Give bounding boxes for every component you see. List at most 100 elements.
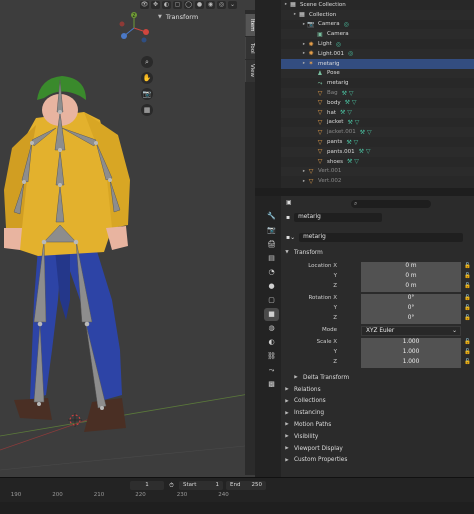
n-panel-header[interactable]: ▼ Transform (158, 11, 251, 22)
outliner-row[interactable]: ⤳ metarig (281, 78, 474, 88)
tab-view[interactable]: View (245, 60, 255, 82)
modifier-icon[interactable]: ⚒ ▽ (346, 139, 358, 146)
outliner-row[interactable]: ▽ hat ⚒ ▽ (281, 107, 474, 118)
tool-tab-icon[interactable]: 🔧 (264, 210, 279, 223)
outliner-row[interactable]: ▽ jacket ⚒ ▽ (281, 118, 474, 128)
shading-options-icon[interactable]: ⌄ (228, 1, 237, 9)
zoom-icon[interactable]: ⌕ (141, 56, 153, 68)
timeline-ruler[interactable]: 190 200 210 220 230 240 (0, 492, 474, 501)
outliner-row[interactable]: ▽ pants ⚒ ▽ (281, 137, 474, 147)
object-data-icon[interactable]: ◎ (344, 21, 349, 28)
section-header[interactable]: ▶ Viewport Display (284, 443, 471, 454)
outliner-row[interactable]: ▽ Bag ⚒ ▽ (281, 88, 474, 98)
section-header[interactable]: ▶ Custom Properties (284, 455, 471, 466)
visibility-icon[interactable]: 👁 (140, 1, 149, 9)
scene-tab-icon[interactable]: ◔ (264, 266, 279, 279)
location-y-field[interactable]: 0 m (361, 272, 461, 282)
scale-z-field[interactable]: 1.000 (361, 358, 461, 368)
rotation-y-field[interactable]: 0° (361, 304, 461, 314)
grid-icon[interactable]: ▦ (141, 104, 153, 116)
3d-viewport[interactable]: 👁 ✥ ◐ ▢ ◯ ● ◉ ◎ ⌄ Z ⌕ ✋ 📷 ▦ ▼ Transform … (0, 0, 255, 477)
lock-icon[interactable]: 🔓 (464, 359, 471, 365)
section-header[interactable]: ▶ Instancing (284, 408, 471, 419)
outliner-row[interactable]: ▸ ▦ Scene Collection (281, 0, 474, 10)
rotation-x-field[interactable]: 0° (361, 294, 461, 304)
lock-icon[interactable]: 🔓 (464, 315, 471, 321)
modifier-icon[interactable]: ⚒ ▽ (340, 109, 352, 116)
object-name-field[interactable]: metarig (294, 212, 383, 222)
modifier-icon[interactable]: ⚒ ▽ (342, 90, 354, 97)
timeline[interactable]: 1 ⏱ Start 1 End 250 190 200 210 220 230 240 (0, 477, 474, 514)
section-header[interactable]: ▶ Collections (284, 396, 471, 407)
section-header[interactable]: ▶ Motion Paths (284, 419, 471, 430)
editor-type-icon[interactable]: ▣ (286, 199, 292, 206)
lock-icon[interactable]: 🔓 (464, 295, 471, 301)
lock-icon[interactable]: 🔓 (464, 263, 471, 269)
lock-icon[interactable]: 🔓 (464, 283, 471, 289)
constraint-tab-icon[interactable]: ⛓ (264, 350, 279, 363)
modifier-icon[interactable]: ⚒ ▽ (347, 158, 359, 165)
current-frame-field[interactable]: 1 (130, 481, 164, 490)
lock-icon[interactable]: 🔓 (464, 339, 471, 345)
shading-render-icon[interactable]: ◎ (217, 1, 226, 9)
object-data-icon[interactable]: ◎ (336, 41, 341, 48)
object-data-icon[interactable]: ◎ (348, 50, 353, 57)
location-z-field[interactable]: 0 m (361, 282, 461, 292)
outliner-row[interactable]: ▸ ✺ Light.001 ◎ (281, 49, 474, 59)
transform-section-header[interactable]: ▼ Transform (284, 247, 471, 258)
object-tab-icon[interactable]: ■ (264, 308, 279, 321)
rotation-mode-select[interactable]: XYZ Euler ⌄ (361, 326, 461, 336)
collection-tab-icon[interactable]: ▢ (264, 294, 279, 307)
gizmo-toggle-icon[interactable]: ✥ (151, 1, 160, 9)
overlay-icon[interactable]: ◐ (162, 1, 171, 9)
shading-wire-icon[interactable]: ◯ (184, 1, 193, 9)
scale-y-field[interactable]: 1.000 (361, 348, 461, 358)
hand-icon[interactable]: ✋ (141, 72, 153, 84)
modifier-icon[interactable]: ⚒ ▽ (359, 148, 371, 155)
rotation-z-field[interactable]: 0° (361, 314, 461, 324)
outliner-row[interactable]: ▸ ✺ Light ◎ (281, 39, 474, 49)
scale-x-field[interactable]: 1.000 (361, 338, 461, 348)
start-frame-field[interactable]: Start 1 (179, 481, 223, 490)
location-x-field[interactable]: 0 m (361, 262, 461, 272)
modifier-icon[interactable]: ⚒ ▽ (360, 129, 372, 136)
world-tab-icon[interactable]: ● (264, 280, 279, 293)
delta-transform-header[interactable]: ▶ Delta Transform (293, 372, 474, 383)
view-layer-tab-icon[interactable]: ▤ (264, 252, 279, 265)
camera-icon[interactable]: 📷 (141, 88, 153, 100)
outliner[interactable]: ▸ ▦ Scene Collection ▸ ▦ Collection ▸ 📷 Camera ◎ ▣… (281, 0, 474, 188)
lock-icon[interactable]: 🔓 (464, 273, 471, 279)
outliner-row[interactable]: ▸ ▽ Vert.001 (281, 166, 474, 177)
outliner-row[interactable]: ▸ ✶ metarig (281, 58, 474, 69)
outliner-row[interactable]: ▸ 📷 Camera ◎ (281, 20, 474, 30)
navigation-gizmo[interactable]: Z (116, 10, 152, 46)
tab-item[interactable]: Item (245, 14, 255, 36)
physics-tab-icon[interactable]: ◐ (264, 336, 279, 349)
stopwatch-icon[interactable]: ⏱ (167, 481, 176, 490)
end-frame-field[interactable]: End 250 (226, 481, 266, 490)
outliner-row[interactable]: ▸ ▦ Collection (281, 9, 474, 20)
lock-icon[interactable]: 🔓 (464, 305, 471, 311)
section-header[interactable]: ▶ Relations (284, 384, 471, 395)
outliner-row[interactable]: ♟ Pose (281, 68, 474, 79)
lock-icon[interactable]: 🔓 (464, 349, 471, 355)
properties-editor[interactable]: ▣ ⌕ ▪ metarig ▪⌄ metarig ▼ Transform Loc… (281, 196, 474, 477)
modifier-icon[interactable]: ⚒ ▽ (347, 119, 359, 126)
modifier-icon[interactable]: ⚒ ▽ (345, 99, 357, 106)
xray-icon[interactable]: ▢ (173, 1, 182, 9)
tab-tool[interactable]: Tool (245, 37, 255, 59)
armature-data-tab-icon[interactable]: ⤳ (264, 364, 279, 377)
data-name-field[interactable]: metarig (299, 232, 464, 242)
render-tab-icon[interactable]: 📷 (264, 224, 279, 237)
modifier-tab-icon[interactable]: ◍ (264, 322, 279, 335)
data-type-icon[interactable]: ▪⌄ (286, 234, 295, 241)
section-header[interactable]: ▶ Visibility (284, 431, 471, 442)
outliner-row[interactable]: ▽ body ⚒ ▽ (281, 98, 474, 108)
search-input[interactable]: ⌕ (351, 200, 431, 208)
outliner-row[interactable]: ▽ pants.001 ⚒ ▽ (281, 147, 474, 157)
output-tab-icon[interactable]: 🖨 (264, 238, 279, 251)
shading-material-icon[interactable]: ◉ (206, 1, 215, 9)
outliner-row[interactable]: ▣ Camera (281, 29, 474, 40)
outliner-row[interactable]: ▽ shoes ⚒ ▽ (281, 157, 474, 167)
shading-solid-icon[interactable]: ● (195, 1, 204, 9)
